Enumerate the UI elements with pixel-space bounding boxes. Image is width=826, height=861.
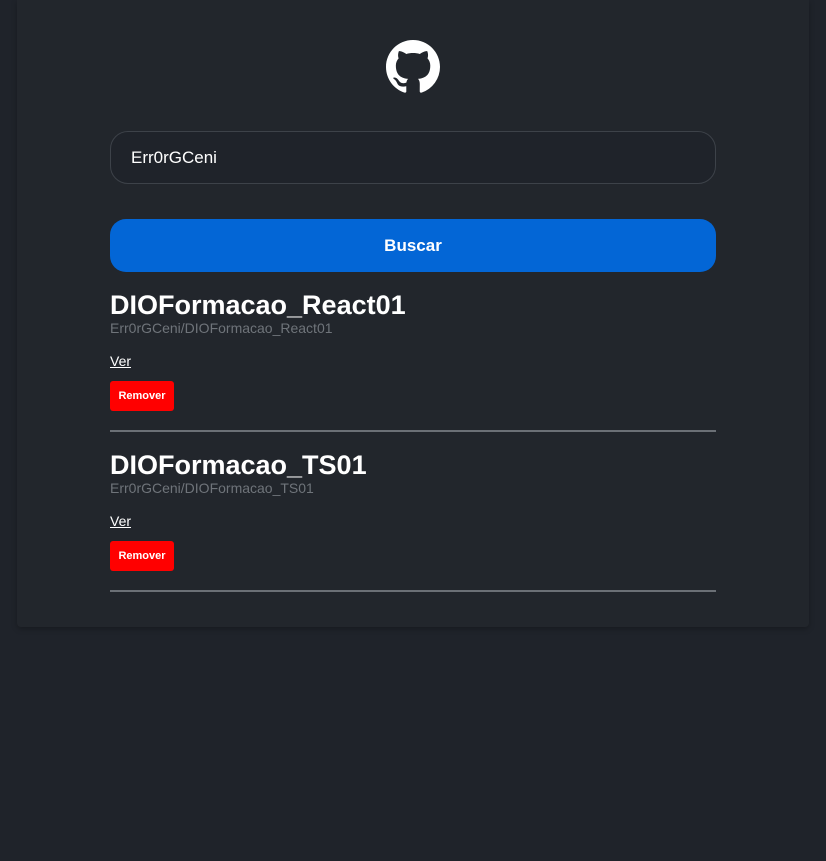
repo-name: DIOFormacao_React01 [110,290,406,320]
repo-full-name: Err0rGCeni/DIOFormacao_React01 [110,320,333,336]
view-repo-link[interactable]: Ver [110,353,131,369]
remove-repo-button[interactable]: Remover [110,541,174,571]
search-button[interactable]: Buscar [110,219,716,272]
repo-divider [110,590,716,592]
main-container: Buscar DIOFormacao_React01 Err0rGCeni/DI… [17,0,809,627]
github-icon [386,40,440,93]
repo-item: DIOFormacao_React01 Err0rGCeni/DIOFormac… [110,290,716,411]
repo-item: DIOFormacao_TS01 Err0rGCeni/DIOFormacao_… [110,450,716,571]
search-input[interactable] [110,131,716,184]
repo-name: DIOFormacao_TS01 [110,450,367,480]
repo-divider [110,430,716,432]
remove-repo-button[interactable]: Remover [110,381,174,411]
repo-full-name: Err0rGCeni/DIOFormacao_TS01 [110,480,314,496]
view-repo-link[interactable]: Ver [110,513,131,529]
